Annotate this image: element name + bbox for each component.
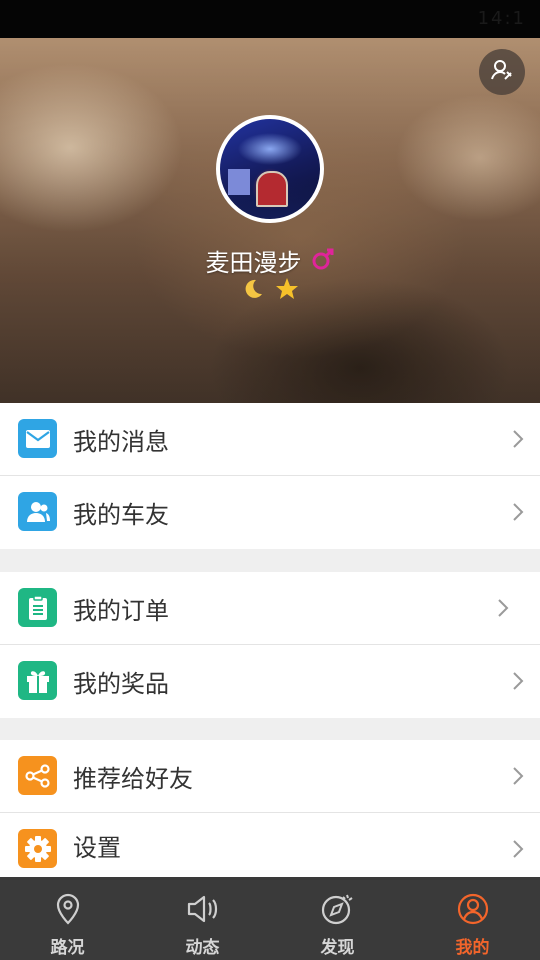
chevron-right-icon bbox=[497, 598, 509, 622]
tab-feed[interactable]: 动态 bbox=[135, 877, 270, 960]
profile-header: 麦田漫步 bbox=[0, 38, 540, 403]
chevron-right-icon bbox=[512, 766, 524, 790]
contacts-icon bbox=[18, 492, 57, 531]
male-symbol-icon bbox=[311, 247, 335, 275]
tab-mine[interactable]: 我的 bbox=[405, 877, 540, 960]
menu-item-recommend[interactable]: 推荐给好友 bbox=[0, 740, 540, 813]
menu-group-rewards: 我的订单 我的奖品 bbox=[0, 572, 540, 718]
share-icon bbox=[18, 756, 57, 795]
level-badges bbox=[0, 276, 540, 301]
menu-item-prizes[interactable]: 我的奖品 bbox=[0, 645, 540, 718]
user-circle-icon bbox=[457, 893, 489, 929]
menu-label: 我的奖品 bbox=[73, 670, 169, 698]
tab-label: 发现 bbox=[320, 938, 355, 958]
username: 麦田漫步 bbox=[205, 249, 302, 277]
menu-label: 我的车友 bbox=[73, 501, 169, 529]
menu-item-orders[interactable]: 我的订单 bbox=[0, 572, 540, 645]
location-pin-icon bbox=[54, 893, 82, 929]
menu-item-settings[interactable]: 设置 bbox=[0, 813, 540, 877]
status-time: 14:1 bbox=[477, 8, 526, 29]
chevron-right-icon bbox=[512, 671, 524, 695]
tab-label: 路况 bbox=[50, 938, 85, 958]
status-bar: 14:1 bbox=[0, 0, 540, 38]
moon-icon bbox=[242, 276, 271, 301]
menu-label: 设置 bbox=[73, 833, 121, 862]
gear-icon bbox=[18, 829, 57, 868]
menu-group-social: 我的消息 我的车友 bbox=[0, 403, 540, 549]
profile-settings-button[interactable] bbox=[479, 49, 525, 95]
tab-traffic[interactable]: 路况 bbox=[0, 877, 135, 960]
tab-label: 动态 bbox=[185, 938, 220, 958]
avatar[interactable] bbox=[216, 115, 324, 223]
username-row: 麦田漫步 bbox=[0, 243, 540, 278]
menu-item-friends[interactable]: 我的车友 bbox=[0, 476, 540, 549]
compass-icon bbox=[321, 893, 355, 929]
tab-discover[interactable]: 发现 bbox=[270, 877, 405, 960]
gift-icon bbox=[18, 661, 57, 700]
bottom-tab-bar: 路况 动态 发现 我的 bbox=[0, 877, 540, 960]
chevron-right-icon bbox=[512, 502, 524, 526]
menu-label: 我的订单 bbox=[73, 596, 169, 625]
chevron-right-icon bbox=[512, 429, 524, 453]
user-edit-icon bbox=[490, 58, 514, 86]
mail-icon bbox=[18, 419, 57, 458]
chevron-right-icon bbox=[512, 839, 524, 863]
speaker-icon bbox=[186, 893, 220, 929]
menu-label: 我的消息 bbox=[73, 427, 169, 456]
menu-label: 推荐给好友 bbox=[73, 764, 193, 793]
menu-item-messages[interactable]: 我的消息 bbox=[0, 403, 540, 476]
tab-label: 我的 bbox=[455, 938, 490, 958]
star-icon bbox=[275, 276, 299, 301]
menu-group-general: 推荐给好友 设置 bbox=[0, 740, 540, 877]
clipboard-icon bbox=[18, 588, 57, 627]
